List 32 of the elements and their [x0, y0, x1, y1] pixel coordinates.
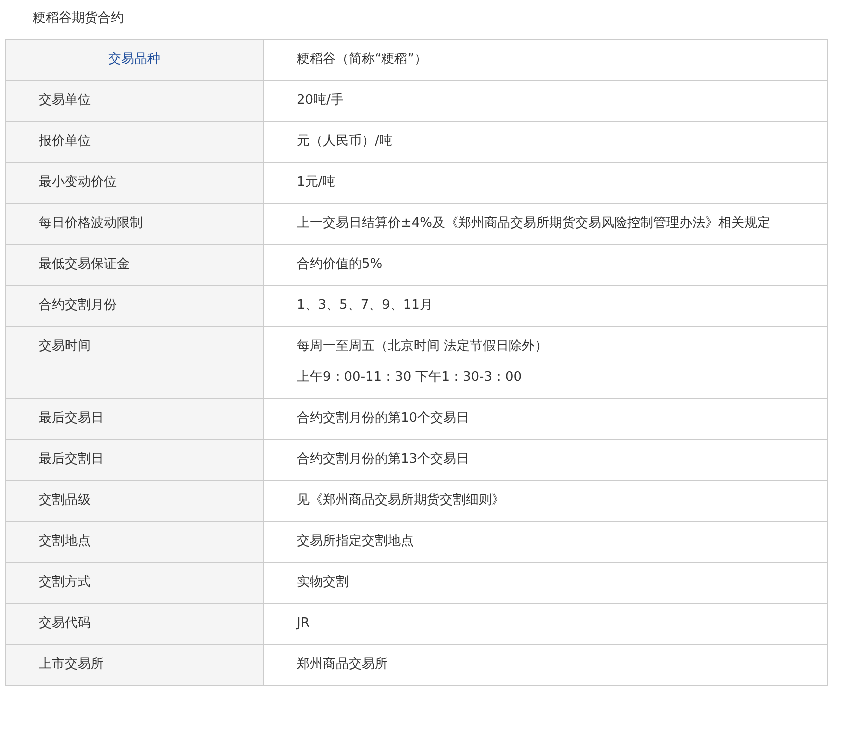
table-cell: 最小变动价位 [6, 162, 264, 204]
table-cell-text: 合约价值的5% [297, 256, 384, 274]
table-cell-text: 粳稻谷（简称“粳稻”） [297, 51, 428, 69]
table-cell: 交易品种 [6, 40, 264, 80]
table-cell-text: 实物交割 [297, 574, 350, 592]
table-cell: 最后交易日 [6, 398, 264, 440]
table-cell: 上市交易所 [6, 644, 264, 686]
table-cell: 交割品级 [6, 480, 264, 522]
table-cell: 最后交割日 [6, 440, 264, 480]
table-cell-text: 1、3、5、7、9、11月 [297, 297, 434, 315]
table-cell-text: 郑州商品交易所 [297, 656, 389, 674]
table-cell-text: 1元/吨 [297, 174, 337, 192]
table-cell-text: 合约交割月份的第13个交易日 [297, 451, 471, 469]
table-cell-text: 上午9：00-11：30 下午1：30-3：00 [297, 369, 524, 387]
table-cell: 报价单位 [6, 122, 264, 162]
table-cell: 交易代码 [6, 604, 264, 644]
table-cell-text: 20吨/手 [297, 92, 345, 110]
table-cell-text: 每周一至周五（北京时间 法定节假日除外） [297, 338, 550, 356]
page-title: 粳稻谷期货合约 [32, 11, 125, 28]
table-cell: 最低交易保证金 [6, 244, 264, 286]
table-cell-text: 合约交割月份的第10个交易日 [297, 410, 471, 428]
table-cell-text: 交易所指定交割地点 [297, 533, 415, 551]
table-cell: 交易时间 [6, 326, 264, 398]
table-cell: 交易单位 [6, 80, 264, 122]
table-cell-text: JR [297, 615, 311, 633]
table-cell: 每日价格波动限制 [6, 204, 264, 244]
table-cell: 交割地点 [6, 522, 264, 562]
table-cell-text: 上一交易日结算价±4%及《郑州商品交易所期货交易风险控制管理办法》相关规定 [297, 215, 772, 233]
table-cell-text: 见《郑州商品交易所期货交割细则》 [297, 492, 506, 510]
table-cell: 交割方式 [6, 562, 264, 604]
table-cell: 合约交割月份 [6, 286, 264, 326]
table-cell-text: 元（人民币）/吨 [297, 133, 394, 151]
